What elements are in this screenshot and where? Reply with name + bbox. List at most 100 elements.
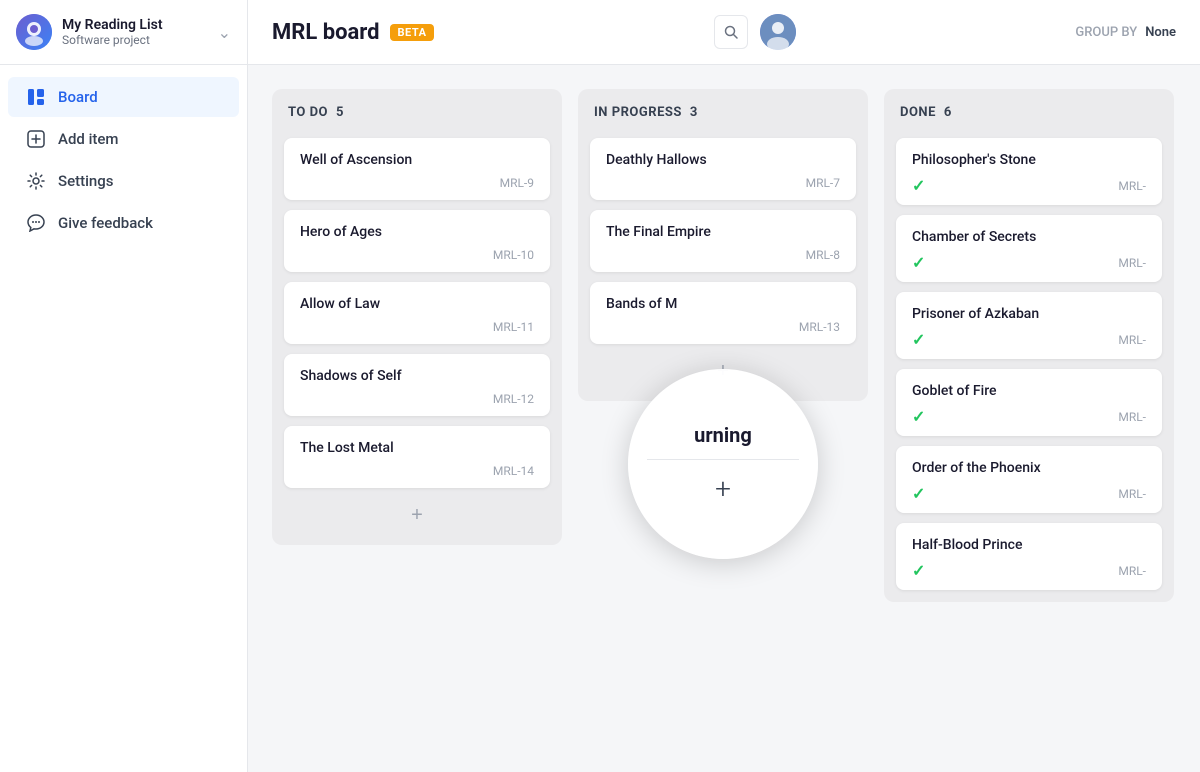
column-done-count: 6: [944, 105, 951, 120]
card-done-1-id: MRL-: [1118, 256, 1146, 270]
topbar-title: MRL board BETA: [272, 20, 434, 45]
card-done-2-id: MRL-: [1118, 333, 1146, 347]
check-icon-2: ✓: [912, 330, 925, 349]
sidebar-item-feedback-label: Give feedback: [58, 214, 153, 232]
card-done-4-footer: ✓ MRL-: [912, 484, 1146, 503]
settings-icon: [26, 171, 46, 191]
card-done-2-footer: ✓ MRL-: [912, 330, 1146, 349]
group-by-control[interactable]: GROUP BY None: [1075, 25, 1176, 40]
card-mrl9-title: Well of Ascension: [300, 152, 534, 168]
card-mrl10[interactable]: Hero of Ages MRL-10: [284, 210, 550, 272]
sidebar: My Reading List Software project ⌄ Board: [0, 0, 248, 772]
card-mrl11-title: Allow of Law: [300, 296, 534, 312]
card-done-4[interactable]: Order of the Phoenix ✓ MRL-: [896, 446, 1162, 513]
card-mrl7-footer: MRL-7: [606, 176, 840, 190]
avatar[interactable]: [760, 14, 796, 50]
card-mrl14[interactable]: The Lost Metal MRL-14: [284, 426, 550, 488]
overlay-plus: +: [715, 472, 731, 505]
card-mrl13-title: Bands of M: [606, 296, 840, 312]
add-item-todo-button[interactable]: +: [284, 498, 550, 533]
card-done-3-footer: ✓ MRL-: [912, 407, 1146, 426]
column-done-header: DONE 6: [896, 105, 1162, 128]
column-todo-title: TO DO: [288, 105, 328, 120]
project-title-block: My Reading List Software project: [62, 17, 208, 47]
card-mrl7-id: MRL-7: [806, 176, 840, 190]
card-mrl12-id: MRL-12: [493, 392, 534, 406]
card-mrl11-footer: MRL-11: [300, 320, 534, 334]
column-todo-count: 5: [336, 105, 343, 120]
sidebar-item-board[interactable]: Board: [8, 77, 239, 117]
add-icon: [26, 129, 46, 149]
add-item-inprogress-button[interactable]: +: [590, 354, 856, 389]
chevron-down-icon: ⌄: [218, 23, 231, 42]
feedback-icon: [26, 213, 46, 233]
topbar-controls: [714, 14, 796, 50]
card-mrl10-footer: MRL-10: [300, 248, 534, 262]
card-done-0[interactable]: Philosopher's Stone ✓ MRL-: [896, 138, 1162, 205]
card-mrl14-title: The Lost Metal: [300, 440, 534, 456]
column-done: DONE 6 Philosopher's Stone ✓ MRL- Chambe…: [884, 89, 1174, 602]
sidebar-item-add-item[interactable]: Add item: [8, 119, 239, 159]
column-todo-header: TO DO 5: [284, 105, 550, 128]
group-by-value: None: [1145, 25, 1176, 40]
card-done-3-title: Goblet of Fire: [912, 383, 1146, 399]
sidebar-item-add-label: Add item: [58, 130, 119, 148]
card-done-0-id: MRL-: [1118, 179, 1146, 193]
card-mrl8-title: The Final Empire: [606, 224, 840, 240]
beta-badge: BETA: [390, 24, 435, 41]
column-done-title: DONE: [900, 105, 936, 120]
card-done-1[interactable]: Chamber of Secrets ✓ MRL-: [896, 215, 1162, 282]
project-logo: [16, 14, 52, 50]
card-mrl14-footer: MRL-14: [300, 464, 534, 478]
sidebar-nav: Board Add item Settings: [0, 65, 247, 255]
overlay-circle: urning +: [628, 369, 818, 559]
board-title: MRL board: [272, 20, 380, 45]
card-mrl9-footer: MRL-9: [300, 176, 534, 190]
overlay-divider: [647, 459, 799, 460]
topbar: MRL board BETA GROUP BY None: [248, 0, 1200, 65]
card-mrl11-id: MRL-11: [493, 320, 534, 334]
card-done-4-title: Order of the Phoenix: [912, 460, 1146, 476]
card-done-3[interactable]: Goblet of Fire ✓ MRL-: [896, 369, 1162, 436]
column-inprogress-count: 3: [690, 105, 697, 120]
search-button[interactable]: [714, 15, 748, 49]
check-icon-1: ✓: [912, 253, 925, 272]
sidebar-item-board-label: Board: [58, 88, 98, 106]
column-todo: TO DO 5 Well of Ascension MRL-9 Hero of …: [272, 89, 562, 545]
card-mrl10-id: MRL-10: [493, 248, 534, 262]
card-mrl12-title: Shadows of Self: [300, 368, 534, 384]
sidebar-item-settings[interactable]: Settings: [8, 161, 239, 201]
card-done-5-id: MRL-: [1118, 564, 1146, 578]
card-mrl12[interactable]: Shadows of Self MRL-12: [284, 354, 550, 416]
project-type: Software project: [62, 33, 208, 47]
card-done-5-footer: ✓ MRL-: [912, 561, 1146, 580]
card-mrl8[interactable]: The Final Empire MRL-8: [590, 210, 856, 272]
card-done-4-id: MRL-: [1118, 487, 1146, 501]
board-icon: [26, 87, 46, 107]
group-by-label: GROUP BY: [1075, 25, 1137, 40]
card-mrl10-title: Hero of Ages: [300, 224, 534, 240]
card-done-1-title: Chamber of Secrets: [912, 229, 1146, 245]
check-icon-4: ✓: [912, 484, 925, 503]
card-mrl9[interactable]: Well of Ascension MRL-9: [284, 138, 550, 200]
card-mrl11[interactable]: Allow of Law MRL-11: [284, 282, 550, 344]
card-mrl14-id: MRL-14: [493, 464, 534, 478]
sidebar-item-feedback[interactable]: Give feedback: [8, 203, 239, 243]
check-icon-5: ✓: [912, 561, 925, 580]
card-mrl7[interactable]: Deathly Hallows MRL-7: [590, 138, 856, 200]
project-name: My Reading List: [62, 17, 208, 33]
check-icon-0: ✓: [912, 176, 925, 195]
card-mrl12-footer: MRL-12: [300, 392, 534, 406]
card-mrl13[interactable]: Bands of M MRL-13: [590, 282, 856, 344]
project-header[interactable]: My Reading List Software project ⌄: [0, 0, 247, 65]
column-inprogress-header: IN PROGRESS 3: [590, 105, 856, 128]
card-done-2[interactable]: Prisoner of Azkaban ✓ MRL-: [896, 292, 1162, 359]
card-done-2-title: Prisoner of Azkaban: [912, 306, 1146, 322]
card-done-5[interactable]: Half-Blood Prince ✓ MRL-: [896, 523, 1162, 590]
sidebar-item-settings-label: Settings: [58, 172, 114, 190]
card-mrl9-id: MRL-9: [500, 176, 534, 190]
card-mrl13-footer: MRL-13: [606, 320, 840, 334]
check-icon-3: ✓: [912, 407, 925, 426]
card-done-0-footer: ✓ MRL-: [912, 176, 1146, 195]
column-inprogress-title: IN PROGRESS: [594, 105, 682, 120]
